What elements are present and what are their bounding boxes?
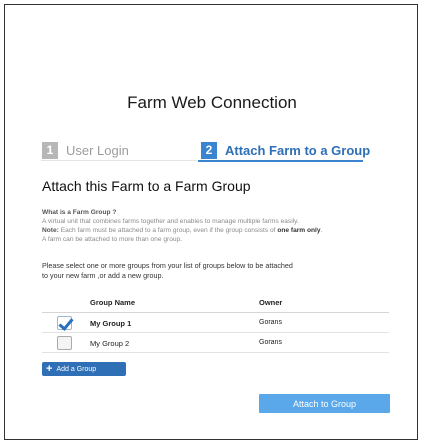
section-title: Attach this Farm to a Farm Group: [42, 178, 251, 194]
step-label-user-login: User Login: [66, 142, 129, 158]
add-group-button[interactable]: + Add a Group: [42, 362, 126, 376]
active-step-underline: [198, 160, 363, 162]
step-number-2: 2: [201, 141, 217, 159]
info-multi-group: A farm can be attached to more than one …: [42, 236, 183, 243]
groups-table: Group Name Owner My Group 1 Gorans My Gr…: [42, 294, 389, 353]
add-group-label: Add a Group: [56, 365, 97, 373]
note-end: .: [320, 227, 323, 234]
step-user-login: 1 User Login: [42, 140, 129, 160]
table-row[interactable]: My Group 1 Gorans: [42, 313, 389, 333]
group-name: My Group 2: [90, 339, 130, 348]
instructions-line-2: to your new farm ,or add a new group.: [42, 270, 164, 280]
info-note: Note: Each farm must be attached to a fa…: [42, 226, 392, 235]
attach-to-group-button[interactable]: Attach to Group: [259, 394, 390, 413]
info-question: What is a Farm Group ?: [42, 209, 117, 216]
group-checkbox[interactable]: [57, 336, 72, 350]
farm-group-info: What is a Farm Group ? A virtual unit th…: [42, 208, 392, 244]
step-divider: [41, 160, 197, 161]
group-owner: Gorans: [259, 339, 282, 346]
table-row[interactable]: My Group 2 Gorans: [42, 333, 389, 353]
group-name: My Group 1: [90, 319, 132, 328]
info-description: A virtual unit that combines farms toget…: [42, 218, 299, 225]
note-text: Each farm must be attached to a farm gro…: [58, 227, 278, 234]
note-label: Note:: [42, 227, 59, 234]
step-number-1: 1: [42, 141, 58, 159]
group-owner: Gorans: [259, 319, 282, 326]
table-header: Group Name Owner: [42, 294, 389, 313]
step-label-attach-farm: Attach Farm to a Group: [225, 142, 371, 158]
column-header-owner: Owner: [259, 298, 283, 307]
instructions: Please select one or more groups from yo…: [42, 261, 372, 280]
column-header-group-name: Group Name: [90, 298, 136, 307]
note-strong: one farm only: [277, 227, 321, 234]
plus-icon: +: [46, 363, 53, 375]
step-attach-farm: 2 Attach Farm to a Group: [201, 140, 370, 160]
app-title: Farm Web Connection: [127, 93, 297, 112]
instructions-line-1: Please select one or more groups from yo…: [42, 261, 293, 270]
dialog-frame: Farm Web Connection 1 User Login 2 Attac…: [4, 4, 418, 440]
group-checkbox-checked[interactable]: [57, 316, 72, 330]
